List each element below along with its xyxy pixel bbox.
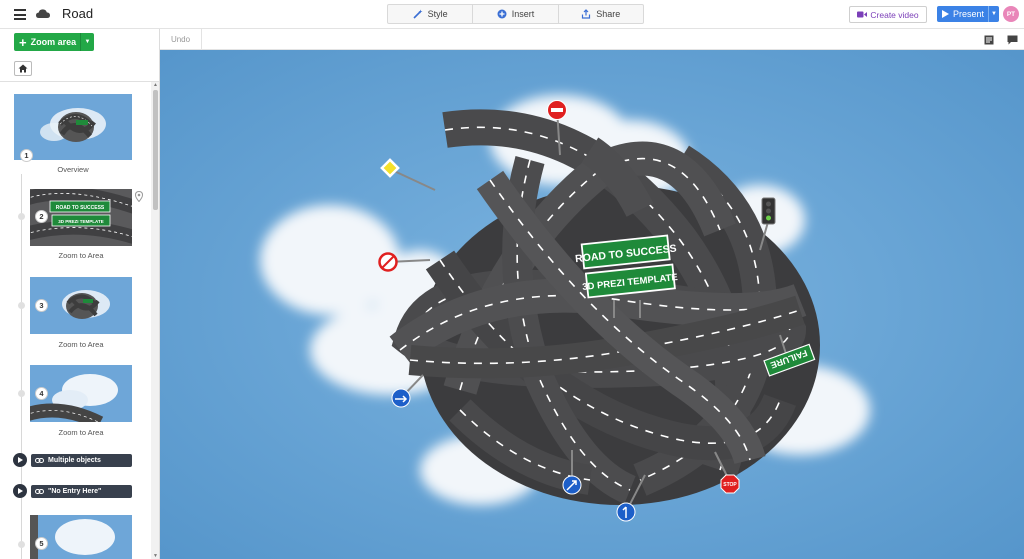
- zoom-area-button[interactable]: + Zoom area ▼: [14, 33, 94, 51]
- link-icon: [35, 457, 44, 463]
- insert-plus-icon: [497, 9, 507, 19]
- thumb-sign-top-text: ROAD TO SUCCESS: [56, 205, 105, 211]
- home-button[interactable]: [14, 61, 32, 76]
- create-video-label: Create video: [870, 9, 919, 20]
- object-pill-multiple[interactable]: Multiple objects: [31, 453, 132, 467]
- slide-label-3: Zoom to Area: [58, 340, 104, 349]
- thumb-sign-bottom-text: 3D PREZI TEMPLATE: [58, 219, 103, 224]
- timeline-dot-3: [18, 302, 25, 309]
- slide-thumbnail-5[interactable]: [30, 515, 132, 559]
- no-entry-sign[interactable]: [547, 100, 567, 120]
- scroll-down-icon[interactable]: ▼: [152, 553, 159, 559]
- notes-icon[interactable]: [984, 35, 994, 45]
- presentation-title[interactable]: Road: [62, 6, 93, 21]
- one-way-sign-left[interactable]: [391, 388, 411, 408]
- no-stopping-sign[interactable]: [378, 252, 398, 272]
- slide-label-2: Zoom to Area: [58, 251, 104, 260]
- plus-icon: +: [19, 34, 27, 50]
- sidebar-divider: [0, 81, 159, 82]
- editor-toolgroup: Style Insert Share: [387, 4, 644, 24]
- mandatory-direction-sign[interactable]: [616, 502, 636, 522]
- slide-number-2: 2: [35, 210, 48, 223]
- slide-label-1: Overview: [57, 165, 89, 174]
- play-object-button[interactable]: [13, 453, 27, 467]
- create-video-button[interactable]: Create video: [849, 6, 927, 23]
- one-way-sign-bottom[interactable]: [562, 475, 582, 495]
- play-icon: [17, 457, 23, 463]
- slide-label-4: Zoom to Area: [58, 428, 104, 437]
- object-pill-no-entry[interactable]: "No Entry Here": [31, 484, 132, 498]
- timeline-dot-4: [18, 390, 25, 397]
- magic-wand-icon: [413, 9, 423, 19]
- sidebar-scrollbar[interactable]: ▲ ▼: [151, 82, 159, 559]
- stop-sign-text: STOP: [723, 482, 737, 488]
- scrollbar-thumb[interactable]: [153, 90, 158, 210]
- share-button[interactable]: Share: [559, 5, 643, 23]
- sidebar: + Zoom area ▼ 1 Overview ROAD TO SUCCESS…: [0, 29, 160, 559]
- present-label: Present: [953, 9, 985, 19]
- stop-sign[interactable]: STOP: [720, 474, 740, 494]
- zoom-area-label: Zoom area: [30, 37, 77, 47]
- timeline-line: [21, 174, 22, 559]
- link-icon: [35, 488, 44, 494]
- zoom-area-chevron-icon[interactable]: ▼: [81, 39, 94, 45]
- present-button[interactable]: Present ▼: [937, 6, 999, 22]
- home-icon: [18, 64, 28, 73]
- play-icon: [942, 10, 949, 18]
- present-main[interactable]: Present: [937, 6, 989, 22]
- avatar[interactable]: PT: [1003, 6, 1019, 22]
- object-row-multiple[interactable]: Multiple objects: [13, 453, 132, 467]
- slide-thumbnail-1[interactable]: [14, 94, 132, 160]
- slide-number-3: 3: [35, 299, 48, 312]
- share-label: Share: [596, 9, 621, 19]
- share-icon: [582, 9, 591, 19]
- object-label-no-entry: "No Entry Here": [48, 487, 102, 495]
- slide-number-1: 1: [20, 149, 33, 162]
- hamburger-icon[interactable]: [14, 9, 26, 20]
- traffic-light[interactable]: [761, 197, 776, 225]
- comment-icon[interactable]: [1007, 35, 1018, 45]
- object-row-no-entry[interactable]: "No Entry Here": [13, 484, 132, 498]
- insert-label: Insert: [511, 9, 535, 19]
- play-icon: [17, 488, 23, 494]
- canvas-scene: STOP FAILURE ROAD TO SUCCESS 3D PREZI TE…: [160, 50, 1024, 559]
- present-dropdown-chevron-icon[interactable]: ▼: [989, 11, 999, 17]
- video-camera-icon: [857, 11, 868, 18]
- top-bar: Road Style Insert Share Create video Pre…: [0, 0, 1024, 29]
- secondary-toolbar: Undo: [160, 29, 1024, 50]
- prezi-canvas[interactable]: STOP FAILURE ROAD TO SUCCESS 3D PREZI TE…: [160, 50, 1024, 559]
- timeline-dot-5: [18, 541, 25, 548]
- location-pin-icon[interactable]: [135, 191, 143, 202]
- zoom-area-main[interactable]: + Zoom area: [14, 33, 81, 51]
- style-label: Style: [427, 9, 448, 19]
- timeline-dot-2: [18, 213, 25, 220]
- slide-number-5: 5: [35, 537, 48, 550]
- object-label-multiple: Multiple objects: [48, 456, 101, 464]
- scroll-up-icon[interactable]: ▲: [152, 82, 159, 88]
- cloud-icon[interactable]: [35, 7, 51, 21]
- style-button[interactable]: Style: [388, 5, 474, 23]
- undo-button[interactable]: Undo: [160, 29, 202, 50]
- slide-number-4: 4: [35, 387, 48, 400]
- play-object-button[interactable]: [13, 484, 27, 498]
- insert-button[interactable]: Insert: [473, 5, 559, 23]
